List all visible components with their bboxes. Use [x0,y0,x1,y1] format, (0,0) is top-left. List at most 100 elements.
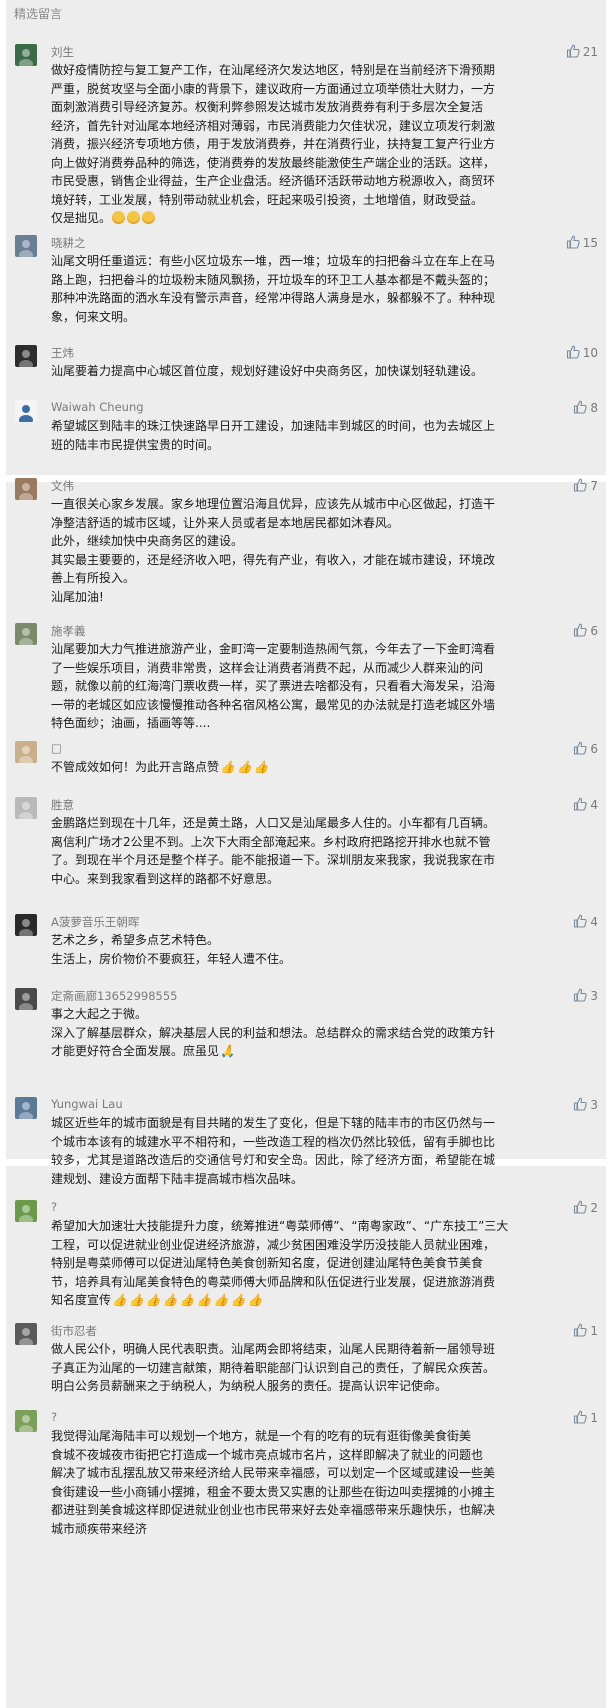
comment-line: 才能更好符合全面发展。庶虽见🙏 [51,1042,597,1061]
comment-line: 一带的老城区如应该慢慢推动各种名宿风格公寓，最常见的办法就是打造老城区外墙 [51,697,496,712]
comment-line: 个城市本该有的城建水平不相符和，一些改造工程的档次仍然比较低，留有手脚也比 [51,1134,496,1149]
comment-author[interactable]: 王炜 [51,345,74,361]
comment-line: 离信利广场才2公里不到。上次下大雨全部淹起来。乡村政府把路挖开排水也就不管 [51,834,491,849]
like-count: 8 [590,401,598,415]
like-count: 4 [590,915,598,929]
avatar[interactable] [15,478,37,500]
like-button[interactable]: 15 [566,235,598,250]
comment-line: 希望加大加速壮大技能提升力度，统筹推进“粤菜师傅”、“南粤家政”、“广东技工”三… [51,1219,509,1233]
comment-author[interactable]: 刘生 [51,44,74,60]
comment-line: 都进驻到美食城这样即促进就业创业也市民带来好去处幸福感带来乐趣快乐，也解决 [51,1503,496,1517]
comment-line: 做好疫情防控与复工复产工作，在汕尾经济欠发达地区，特别是在当前经济下滑预期 [51,63,496,77]
like-button[interactable]: 8 [573,400,598,415]
comment-author[interactable]: ? [51,1410,57,1424]
comment-author[interactable]: □ [51,741,62,755]
comment-author[interactable]: ? [51,1200,57,1214]
avatar[interactable] [15,44,37,66]
comment-text: 做人民公仆，明确人民代表职责。汕尾两会即将结束，汕尾人民期待着新一届领导班 子真正… [51,1340,597,1396]
comment-line: 我觉得汕尾海陆丰可以规划一个地方，就是一个有的吃有的玩有逛街像美食街美 [51,1429,472,1443]
comment-line: 较多，尤其是道路改造后的交通信号灯和安全岛。因此，除了经济方面，希望能在城 [51,1153,496,1167]
comment-author[interactable]: 文伟 [51,478,74,494]
comment-line: 解决了城市乱摆乱放又带来经济给人民带来幸福感，可以划定一个区域或建设一些美 [51,1466,496,1480]
comment-text: 希望城区到陆丰的珠江快速路早日开工建设，加速陆丰到城区的时间，也为去城区上 班的陆… [51,417,597,454]
thumbs-up-emoji-icon: 👍 [128,1293,144,1307]
comment-line: 节，培养具有汕尾美食特色的粤菜师傅大师品牌和队伍促进行业发展，促进旅游消费 [51,1274,496,1289]
avatar[interactable] [15,1323,37,1345]
comment-line: 汕尾加油! [51,589,104,604]
avatar[interactable] [15,1410,37,1432]
comment-line: 此外，继续加快中央商务区的建设。 [51,534,244,548]
like-button[interactable]: 1 [573,1323,598,1338]
comment-line: 汕尾要着力提高中心城区首位度，规划好建设好中央商务区，加快谋划轻轨建设。 [51,364,484,378]
comment-author[interactable]: 街市忍者 [51,1323,97,1339]
comment-line: 了。到现在半个月还是整个样子。能不能报道一下。深圳朋友来我家，我说我家在市 [51,853,496,867]
comment-line: 汕尾文明任重道远：有些小区垃圾东一堆，西一堆；垃圾车的扫把畚斗立在车上在马 [51,254,496,268]
like-count: 6 [590,624,598,638]
comment-line: 汕尾要加大力气推进旅游产业，金町湾一定要制造热闹气氛，今年去了一下金町湾看 [51,642,496,656]
avatar[interactable] [15,1200,37,1222]
comment-text: 汕尾文明任重道远：有些小区垃圾东一堆，西一堆；垃圾车的扫把畚斗立在车上在马 路上跑… [51,252,597,326]
comment-text: 汕尾要加大力气推进旅游产业，金町湾一定要制造热闹气氛，今年去了一下金町湾看 了一些… [51,640,597,733]
like-count: 2 [590,1201,598,1215]
comment-text: 事之大起之于微。 深入了解基层群众，解决基层人民的利益和想法。总结群众的需求结合党… [51,1005,597,1061]
like-count: 21 [582,45,598,59]
comment-line: 路上跑，扫把畚斗的垃圾粉末随风飘扬，开垃圾车的环卫工人基本都是不戴头盔的； [51,272,496,287]
like-button[interactable]: 3 [573,1097,598,1112]
like-button[interactable]: 6 [573,741,598,756]
thumbs-up-emoji-icon: 👍 [112,1293,127,1307]
like-button[interactable]: 1 [573,1410,598,1425]
thumbs-up-icon [574,1410,588,1424]
avatar[interactable] [15,988,37,1010]
thumbs-up-icon [574,400,588,414]
avatar[interactable] [15,797,37,819]
avatar[interactable] [15,914,37,936]
avatar[interactable] [15,741,37,763]
comment-line: 希望城区到陆丰的珠江快速路早日开工建设，加速陆丰到城区的时间，也为去城区上 [51,419,496,433]
avatar[interactable] [15,400,37,422]
like-count: 4 [590,798,598,812]
comment-line: 做人民公仆，明确人民代表职责。汕尾两会即将结束，汕尾人民期待着新一届领导班 [51,1342,496,1356]
comment-text: 我觉得汕尾海陆丰可以规划一个地方，就是一个有的吃有的玩有逛街像美食街美 食城不夜城… [51,1427,597,1538]
comment-line: 明白公务员薪酬来之于纳税人，为纳税人服务的责任。提高认识牢记使命。 [51,1379,448,1393]
comment-line: 仅是拙见。 [51,209,597,228]
avatar[interactable] [15,623,37,645]
comment-author[interactable]: A菠萝音乐王朝晖 [51,914,139,930]
like-button[interactable]: 7 [573,478,598,493]
thumbs-up-icon [574,1200,588,1214]
comment-author[interactable]: 晓耕之 [51,235,86,251]
comment-line: 生活上，房价物价不要疯狂，年轻人遭不住。 [51,951,292,966]
thumbs-up-emoji-icon: 👍 [145,1293,161,1307]
comment-line: 城市顽疾带来经济 [51,1521,148,1536]
thumbs-up-emoji-icon: 👍 [179,1293,195,1307]
like-button[interactable]: 2 [573,1200,598,1215]
smile-emoji-icon [142,211,156,224]
comment-author[interactable]: Yungwai Lau [51,1097,123,1111]
comment-line: 象，何来文明。 [51,309,136,324]
thumbs-up-icon [574,741,588,755]
like-button[interactable]: 4 [573,797,598,812]
like-count: 1 [590,1411,598,1425]
comment-text: 城区近些年的城市面貌是有目共睹的发生了变化，但是下辖的陆丰市的市区仍然与一 个城市… [51,1114,597,1188]
avatar[interactable] [15,1097,37,1119]
like-button[interactable]: 21 [566,44,598,59]
comment-author[interactable]: Waiwah Cheung [51,400,144,414]
comment-line: 市民受惠，销售企业得益，生产企业盘活。经济循环活跃带动地方税源收入，商贸环 [51,174,496,188]
comment-line: 严重，脱贫攻坚与全面小康的背景下，建议政府一方面通过立项举债壮大财力，一方 [51,81,496,96]
like-count: 6 [590,742,598,756]
like-button[interactable]: 4 [573,914,598,929]
comment-author[interactable]: 胜意 [51,797,74,813]
thumbs-up-emoji-icon: 👍 [162,1293,178,1307]
avatar[interactable] [15,345,37,367]
thumbs-up-icon [574,478,588,492]
thumbs-up-emoji-icon: 👍 [196,1293,212,1307]
like-button[interactable]: 6 [573,623,598,638]
comment-author[interactable]: 施孝義 [51,623,86,639]
smile-emoji-icon [127,211,141,224]
comment-author[interactable]: 定斋画廊13652998555 [51,988,177,1004]
avatar[interactable] [15,235,37,257]
like-button[interactable]: 10 [566,345,598,360]
like-button[interactable]: 3 [573,988,598,1003]
comment-line: 金鹏路烂到现在十几年，还是黄土路，人口又是汕尾最多人住的。小车都有几百辆。 [51,816,496,830]
comment-text: 做好疫情防控与复工复产工作，在汕尾经济欠发达地区，特别是在当前经济下滑预期 严重，… [51,61,597,228]
comment-line: 子真正为汕尾的一切建言献策，期待着职能部门认识到自己的责任，了解民众疾苦。 [51,1360,496,1375]
